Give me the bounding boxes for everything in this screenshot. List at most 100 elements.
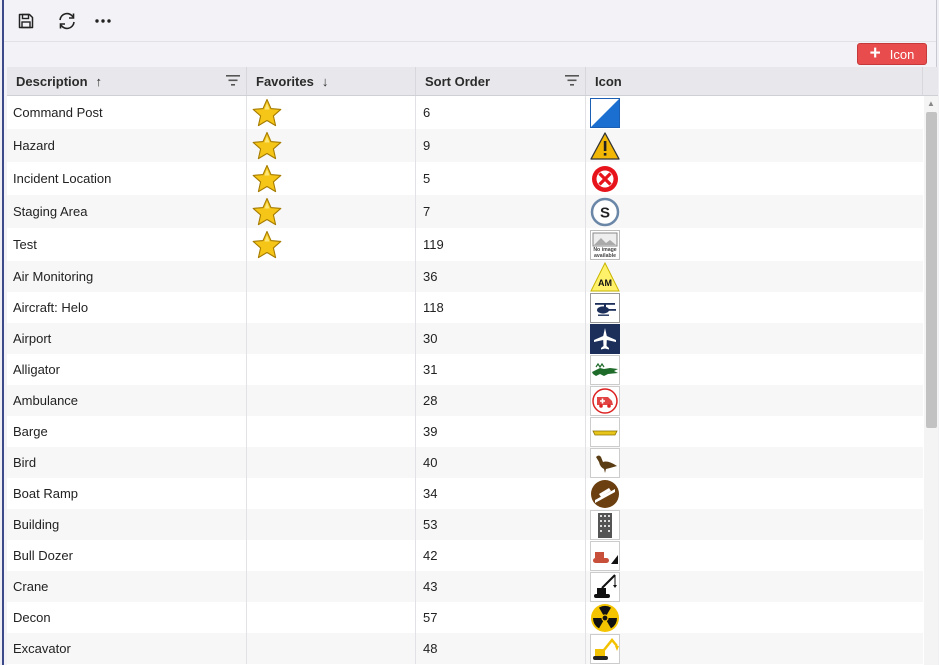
description-cell: Airport (7, 323, 247, 354)
table-row[interactable]: Boat Ramp 34 (7, 478, 923, 509)
sort-order-cell: 34 (416, 478, 586, 509)
command-post-icon (590, 97, 620, 128)
favorites-cell[interactable] (247, 129, 416, 162)
air-monitoring-icon: AM (590, 261, 620, 292)
table-row[interactable]: Test 119 No image available (7, 228, 923, 261)
description-cell: Decon (7, 602, 247, 633)
favorite-star-icon[interactable] (252, 164, 282, 194)
favorite-star-icon[interactable] (252, 230, 282, 260)
icon-cell (586, 416, 923, 447)
plus-icon: + (869, 43, 881, 64)
add-icon-button[interactable]: + Icon (857, 43, 927, 65)
icon-cell (586, 509, 923, 540)
favorites-cell[interactable] (247, 162, 416, 195)
description-cell: Test (7, 228, 247, 261)
airport-icon (590, 323, 620, 354)
favorite-star-icon[interactable] (252, 98, 282, 128)
table-row[interactable]: Crane 43 (7, 571, 923, 602)
icon-cell (586, 447, 923, 478)
icon-grid: Description ↑ Favorites ↓ Sort Order Ico… (7, 67, 938, 665)
description-cell: Command Post (7, 96, 247, 129)
icon-cell (586, 385, 923, 416)
icon-cell (586, 602, 923, 633)
svg-text:S: S (600, 204, 610, 221)
favorites-cell[interactable] (247, 385, 416, 416)
favorites-cell[interactable] (247, 602, 416, 633)
column-header-favorites[interactable]: Favorites ↓ (247, 67, 416, 95)
column-header-sort-order[interactable]: Sort Order (416, 67, 586, 95)
sort-ascending-icon: ↑ (95, 73, 103, 89)
favorites-cell[interactable] (247, 447, 416, 478)
no-image-icon: No image available (590, 229, 620, 260)
favorites-cell[interactable] (247, 354, 416, 385)
description-cell: Aircraft: Helo (7, 292, 247, 323)
sort-order-cell: 28 (416, 385, 586, 416)
table-row[interactable]: Airport 30 (7, 323, 923, 354)
favorites-cell[interactable] (247, 195, 416, 228)
boat-ramp-icon (590, 479, 620, 509)
icon-cell: S (586, 195, 923, 228)
table-row[interactable]: Bull Dozer 42 (7, 540, 923, 571)
table-row[interactable]: Ambulance 28 (7, 385, 923, 416)
table-row[interactable]: Air Monitoring 36 AM (7, 261, 923, 292)
sort-order-cell: 119 (416, 228, 586, 261)
sort-order-cell: 36 (416, 261, 586, 292)
favorites-cell[interactable] (247, 416, 416, 447)
toolbar (4, 0, 936, 40)
column-header-description[interactable]: Description ↑ (7, 67, 247, 95)
icon-cell: AM (586, 261, 923, 292)
table-row[interactable]: Decon 57 (7, 602, 923, 633)
sort-order-cell: 39 (416, 416, 586, 447)
refresh-button[interactable] (54, 8, 80, 34)
save-button[interactable] (13, 8, 39, 34)
table-row[interactable]: Building 53 (7, 509, 923, 540)
description-cell: Hazard (7, 129, 247, 162)
bulldozer-icon (590, 540, 620, 571)
favorites-cell[interactable] (247, 571, 416, 602)
sort-order-cell: 7 (416, 195, 586, 228)
scroll-thumb[interactable] (926, 112, 937, 428)
favorites-cell[interactable] (247, 509, 416, 540)
favorites-cell[interactable] (247, 633, 416, 664)
grid-body: Command Post 6 Hazard 9 Incident Location 5 St… (7, 96, 923, 665)
table-row[interactable]: Command Post 6 (7, 96, 923, 129)
ambulance-icon (590, 385, 620, 416)
incident-location-icon (590, 164, 620, 194)
app-window: + Icon Description ↑ Favorites ↓ Sort Or… (2, 0, 938, 665)
description-cell: Excavator (7, 633, 247, 664)
favorites-cell[interactable] (247, 292, 416, 323)
icon-cell (586, 354, 923, 385)
favorites-cell[interactable] (247, 540, 416, 571)
filter-icon[interactable] (565, 75, 579, 86)
table-row[interactable]: Staging Area 7 S (7, 195, 923, 228)
more-button[interactable] (90, 8, 116, 34)
favorites-cell[interactable] (247, 228, 416, 261)
table-row[interactable]: Alligator 31 (7, 354, 923, 385)
favorites-cell[interactable] (247, 261, 416, 292)
svg-text:AM: AM (598, 278, 612, 288)
sort-order-cell: 30 (416, 323, 586, 354)
filter-icon[interactable] (226, 75, 240, 86)
description-cell: Boat Ramp (7, 478, 247, 509)
table-row[interactable]: Excavator 48 (7, 633, 923, 664)
table-row[interactable]: Bird 40 (7, 447, 923, 478)
favorites-cell[interactable] (247, 478, 416, 509)
icon-cell (586, 292, 923, 323)
description-cell: Alligator (7, 354, 247, 385)
grid-header: Description ↑ Favorites ↓ Sort Order Ico… (7, 67, 938, 96)
favorites-cell[interactable] (247, 96, 416, 129)
table-row[interactable]: Aircraft: Helo 118 (7, 292, 923, 323)
favorite-star-icon[interactable] (252, 131, 282, 161)
favorites-cell[interactable] (247, 323, 416, 354)
icon-cell (586, 478, 923, 509)
column-header-icon[interactable]: Icon (586, 67, 923, 95)
more-icon (95, 19, 111, 23)
icon-cell (586, 129, 923, 162)
scroll-up-arrow-icon[interactable]: ▲ (924, 96, 938, 110)
vertical-scrollbar[interactable]: ▲ (924, 96, 938, 665)
table-row[interactable]: Hazard 9 (7, 129, 923, 162)
alligator-icon (590, 354, 620, 385)
table-row[interactable]: Incident Location 5 (7, 162, 923, 195)
table-row[interactable]: Barge 39 (7, 416, 923, 447)
favorite-star-icon[interactable] (252, 197, 282, 227)
